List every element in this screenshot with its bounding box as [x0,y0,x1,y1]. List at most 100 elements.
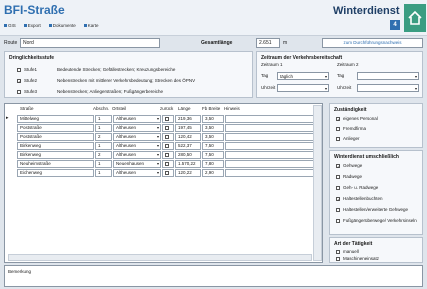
route-input[interactable]: Nord [20,38,160,48]
checkbox[interactable]: ✓ [336,196,340,201]
cell-laenge[interactable]: 1.570,22 [175,160,201,168]
uhrzeit2-select[interactable]: ▾ [357,84,419,92]
cell-strasse[interactable]: Birkenweg [17,142,94,150]
cell-breite[interactable]: 2,90 [202,169,224,177]
table-row[interactable]: Poststraße 1 Altheusen ▾ 197,45 3,50 [9,124,320,133]
checkbox[interactable]: ✓ [17,78,21,83]
tag1-select[interactable]: täglich ▾ [277,72,329,80]
zurueck-checkbox[interactable] [162,160,174,168]
horizontal-scrollbar[interactable] [8,254,312,261]
checkbox[interactable] [165,162,169,166]
checkbox[interactable] [17,67,21,72]
winterdienst-option[interactable]: Haltestellen/erweiterte Gehwege [336,207,408,212]
zurueck-checkbox[interactable] [162,142,174,150]
table-row[interactable]: Birkenweg 2 Altheusen ▾ 280,50 7,50 [9,151,320,160]
stufe1-option[interactable]: Stufe1 [17,67,37,72]
checkbox[interactable] [165,144,169,148]
menu-item-karte[interactable]: Karte [83,23,99,28]
checkbox[interactable] [165,126,169,130]
checkbox[interactable] [165,135,169,139]
cell-laenge[interactable]: 280,50 [175,151,201,159]
checkbox[interactable] [336,174,340,179]
checkbox[interactable] [336,136,340,141]
zustaendigkeit-option[interactable]: Anlieger [336,136,360,141]
zurueck-checkbox[interactable] [162,169,174,177]
zurueck-checkbox[interactable] [162,124,174,132]
cell-strasse[interactable]: Birkenweg [17,151,94,159]
cell-ortsteil[interactable]: Altheusen ▾ [113,151,161,159]
home-button[interactable] [404,4,426,32]
menu-item-gis[interactable]: GIS [4,23,16,28]
cell-breite[interactable]: 3,50 [202,115,224,123]
cell-laenge[interactable]: 120,22 [175,169,201,177]
cell-abschn[interactable]: 1 [95,124,112,132]
cell-ortsteil[interactable]: Neuenhausen ▾ [113,160,161,168]
taetigkeit-option[interactable]: Maschineneinsatz [336,256,379,261]
zurueck-checkbox[interactable] [162,133,174,141]
cell-strasse[interactable]: Poststraße [17,124,94,132]
uhrzeit1-select[interactable]: ▾ [277,84,329,92]
cell-breite[interactable]: 3,50 [202,133,224,141]
cell-ortsteil[interactable]: Altheusen ▾ [113,169,161,177]
cell-hinweis[interactable] [225,124,317,132]
table-row[interactable]: Poststraße 2 Altheusen ▾ 120,42 3,50 [9,133,320,142]
cell-ortsteil[interactable]: Altheusen ▾ [113,124,161,132]
nachweis-button[interactable]: zum Durchführungsnachweis [322,38,423,48]
checkbox[interactable] [165,171,169,175]
winterdienst-option[interactable]: Fußgängerüberwege/ Verkehrsinseln [336,218,417,223]
cell-breite[interactable]: 3,50 [202,124,224,132]
cell-breite[interactable]: 7,50 [202,151,224,159]
cell-strasse[interactable]: Mittelweg [17,115,94,123]
winterdienst-option[interactable]: ✓ Haltestellenbuchten [336,196,383,201]
checkbox[interactable] [17,89,21,94]
zustaendigkeit-option[interactable]: ✓ eigenes Personal [336,116,378,121]
taetigkeit-option[interactable]: manuell [336,249,359,254]
cell-abschn[interactable]: 1 [95,160,112,168]
bemerkung-field[interactable]: Bemerkung [4,265,423,287]
cell-abschn[interactable]: 1 [95,142,112,150]
zustaendigkeit-option[interactable]: Fremdfirma [336,126,366,131]
cell-breite[interactable]: 7,80 [202,160,224,168]
cell-strasse[interactable]: Neuheimstraße [17,160,94,168]
checkbox[interactable] [165,117,169,121]
cell-ortsteil[interactable]: Altheusen ▾ [113,133,161,141]
cell-breite[interactable]: 7,50 [202,142,224,150]
table-row[interactable]: Neuheimstraße 1 Neuenhausen ▾ 1.570,22 7,80 [9,160,320,169]
table-row[interactable]: Birkenweg 1 Altheusen ▾ 522,37 7,50 [9,142,320,151]
checkbox[interactable]: ✓ [336,163,340,168]
winterdienst-option[interactable]: Radwege [336,174,362,179]
checkbox[interactable] [336,185,340,190]
cell-abschn[interactable]: 2 [95,133,112,141]
winterdienst-option[interactable]: ✓ Gehwege [336,163,362,168]
zurueck-checkbox[interactable] [162,115,174,123]
cell-laenge[interactable]: 522,37 [175,142,201,150]
cell-hinweis[interactable] [225,142,317,150]
cell-hinweis[interactable] [225,133,317,141]
cell-strasse[interactable]: Poststraße [17,133,94,141]
cell-ortsteil[interactable]: Altheusen ▾ [113,142,161,150]
menu-item-export[interactable]: Export [23,23,41,28]
cell-strasse[interactable]: Eichenweg [17,169,94,177]
cell-abschn[interactable]: 1 [95,169,112,177]
cell-hinweis[interactable] [225,169,317,177]
cell-abschn[interactable]: 2 [95,151,112,159]
vertical-scrollbar[interactable] [313,105,322,261]
table-row[interactable]: ▸ Mittelweg 1 Altheusen ▾ 219,36 3,50 [6,115,320,124]
menu-item-dokumente[interactable]: Dokumente [48,23,76,28]
table-row[interactable]: Eichenweg 1 Altheusen ▾ 120,22 2,90 [9,169,320,178]
checkbox[interactable] [336,207,340,212]
checkbox[interactable] [336,249,340,254]
cell-abschn[interactable]: 1 [95,115,112,123]
checkbox[interactable]: ✓ [336,116,340,121]
checkbox[interactable] [336,218,340,223]
checkbox[interactable] [336,256,340,261]
stufe2-option[interactable]: ✓ Stufe2 [17,78,37,83]
winterdienst-option[interactable]: Geh- u. Radwege [336,185,378,190]
cell-laenge[interactable]: 197,45 [175,124,201,132]
cell-laenge[interactable]: 120,42 [175,133,201,141]
cell-hinweis[interactable] [225,151,317,159]
checkbox[interactable] [336,126,340,131]
cell-hinweis[interactable] [225,160,317,168]
zurueck-checkbox[interactable] [162,151,174,159]
cell-laenge[interactable]: 219,36 [175,115,201,123]
